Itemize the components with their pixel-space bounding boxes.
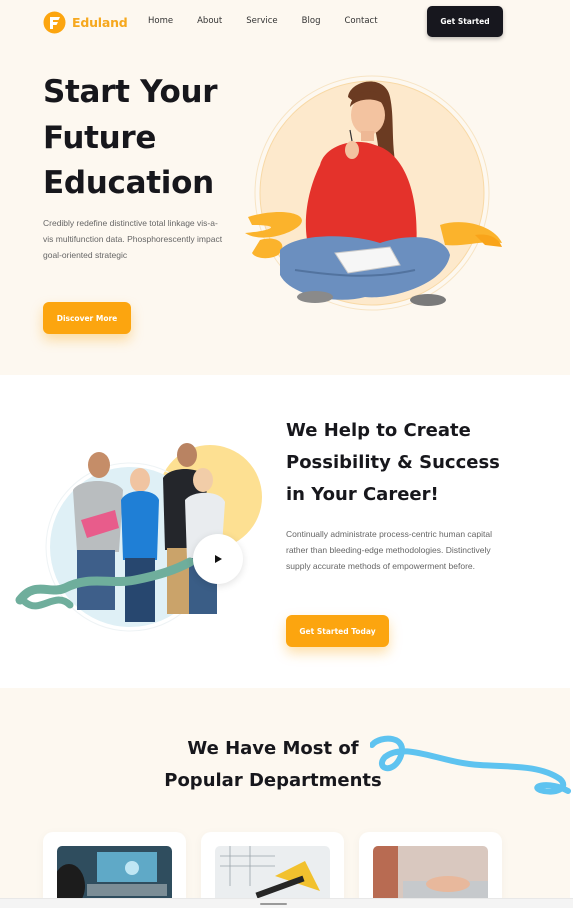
laptop-tech-image [57,846,172,906]
department-card[interactable] [359,832,502,908]
about-title-line: in Your Career! [286,484,439,505]
department-card[interactable] [43,832,186,908]
play-icon [213,552,223,567]
play-video-button[interactable] [193,534,243,584]
department-card[interactable] [201,832,344,908]
hero-description: Credibly redefine distinctive total link… [43,218,223,260]
hero-section: Eduland Home About Service Blog Contact … [0,0,570,375]
horizontal-scrollbar[interactable] [0,898,573,908]
departments-title: We Have Most of Popular Departments [0,733,546,797]
departments-title-line: Popular Departments [164,770,382,791]
about-title-line: Possibility & Success [286,452,500,473]
hero-title-line: Future [43,119,157,156]
nav-contact[interactable]: Contact [344,16,377,26]
departments-section: We Have Most of Popular Departments [0,688,571,908]
departments-title-line: We Have Most of [187,738,359,759]
about-title-line: We Help to Create [286,420,471,441]
hero-title-line: Education [43,165,214,201]
nav-blog[interactable]: Blog [302,16,321,26]
about-description: Continually administrate process-centric… [286,529,492,571]
about-title: We Help to Create Possibility & Success … [286,415,526,511]
hero-title-line: Start Your [43,74,218,110]
scrollbar-thumb[interactable] [260,903,287,905]
typing-laptop-image [373,846,488,906]
nav-home[interactable]: Home [148,16,173,26]
about-section: We Help to Create Possibility & Success … [0,375,570,688]
hero-student-illustration [240,75,505,320]
nav-service[interactable]: Service [246,16,277,26]
get-started-today-button[interactable]: Get Started Today [286,615,389,647]
logo-icon [43,11,66,34]
brand-logo[interactable]: Eduland [43,11,128,34]
students-group-illustration [15,430,270,635]
discover-more-button[interactable]: Discover More [43,302,131,334]
architecture-drawing-image [215,846,330,906]
brand-name: Eduland [72,15,128,30]
get-started-button[interactable]: Get Started [427,6,503,37]
main-nav: Home About Service Blog Contact [148,16,378,26]
hero-title: Start Your Future Education [43,70,243,207]
nav-about[interactable]: About [197,16,222,26]
